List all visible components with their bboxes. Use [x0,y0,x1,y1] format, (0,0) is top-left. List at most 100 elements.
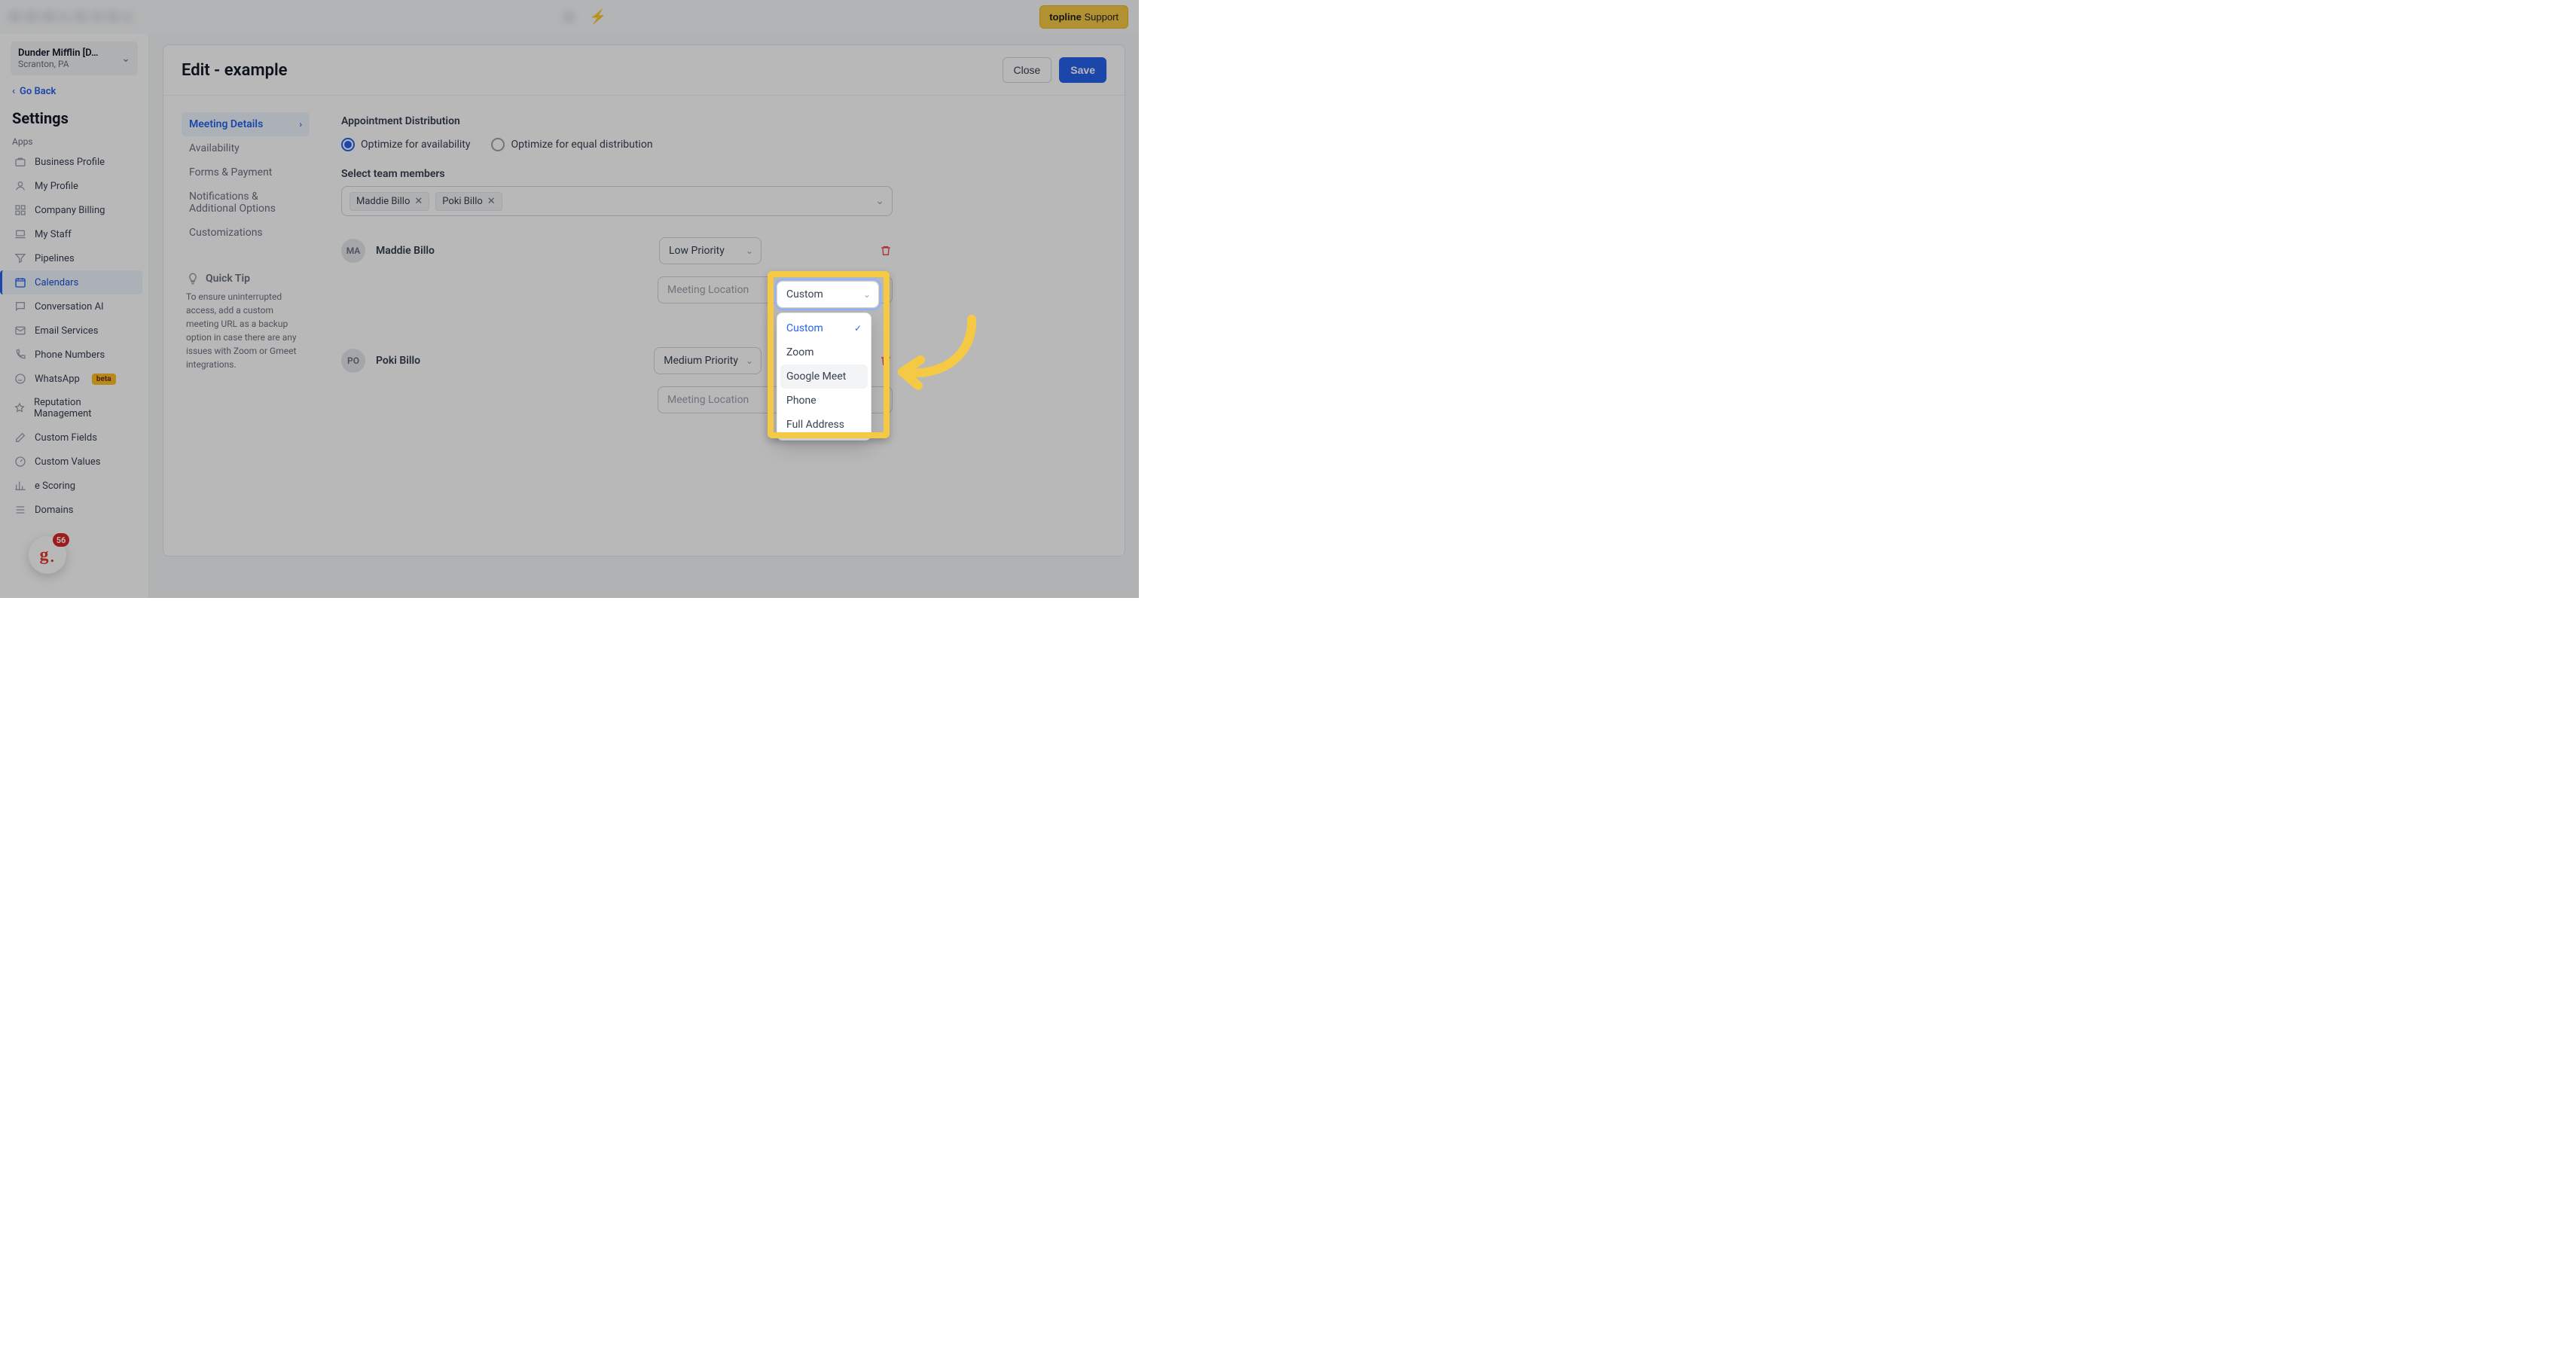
nav-item-forms-payment[interactable]: Forms & Payment [182,160,310,185]
sidebar-item-custom-fields[interactable]: Custom Fields [6,425,142,450]
bolt-icon: ⚡ [590,9,606,25]
beta-badge: beta [92,374,116,385]
floating-badge[interactable]: g. 56 [29,536,66,574]
chevron-down-icon: ⌄ [746,245,753,256]
chevron-down-icon: ⌄ [121,53,130,65]
sidebar-item-business-profile[interactable]: Business Profile [6,150,142,174]
type-select-maddie[interactable]: Custom ⌄ [777,281,879,308]
radio-avail-label: Optimize for availability [361,139,470,151]
nav-label: Meeting Details [189,118,263,130]
chevron-down-icon: ⌄ [875,195,884,207]
option-phone[interactable]: Phone [777,389,871,413]
org-name: Dunder Mifflin [D… [18,47,98,59]
option-full-address[interactable]: Full Address [777,413,871,437]
sidebar-item-company-billing[interactable]: Company Billing [6,198,142,222]
sidebar-item-label: Pipelines [35,253,75,264]
laptop-icon [14,228,27,240]
sidebar-heading: Settings [6,100,142,133]
go-back-link[interactable]: ‹ Go Back [6,83,142,100]
remove-tag-icon[interactable]: ✕ [487,196,496,207]
inner-nav: Meeting Details › Availability Forms & Paym… [182,112,310,413]
nav-item-customizations[interactable]: Customizations [182,221,310,245]
sidebar-item-label: Company Billing [35,205,105,216]
edit-icon [14,432,27,444]
sidebar-item-my-staff[interactable]: My Staff [6,222,142,246]
option-custom[interactable]: Custom ✓ [777,316,871,340]
tip-text: To ensure uninterrupted access, add a cu… [186,290,305,371]
topbar: H • G • H • L • E • V • E • L A ⚡ toplin… [0,0,1139,34]
sidebar-item-pipelines[interactable]: Pipelines [6,246,142,270]
nav-label: Notifications & Additional Options [189,191,295,215]
sidebar-item-email-services[interactable]: Email Services [6,319,142,343]
chevron-down-icon: ⌄ [746,355,753,366]
sidebar-group-label: Apps [6,133,142,150]
tag-label: Poki Billo [442,196,483,207]
chevron-left-icon: ‹ [12,86,15,97]
priority-select-maddie[interactable]: Low Priority ⌄ [659,237,762,264]
phone-icon [14,349,27,361]
chevron-down-icon: ⌄ [863,289,871,300]
chevron-right-icon: › [299,119,302,130]
support-button[interactable]: topline Support [1039,5,1128,29]
radio-optimize-availability[interactable]: Optimize for availability [341,138,470,151]
trash-icon[interactable] [879,244,893,258]
sidebar-item-label: Custom Values [35,456,101,468]
sidebar-item-phone-numbers[interactable]: Phone Numbers [6,343,142,367]
trash-icon[interactable] [879,354,893,367]
sidebar-item-reputation-management[interactable]: Reputation Management [6,391,142,425]
check-icon: ✓ [854,323,862,334]
gauge-icon [14,456,27,468]
team-members-input[interactable]: Maddie Billo ✕ Poki Billo ✕ ⌄ [341,186,893,216]
org-switcher[interactable]: Dunder Mifflin [D… Scranton, PA ⌄ [11,41,138,75]
option-label: Phone [786,395,816,407]
placeholder: Meeting Location [667,284,749,296]
sidebar-item-label: My Staff [35,229,72,240]
sidebar-item-custom-values[interactable]: Custom Values [6,450,142,474]
members-label: Select team members [341,168,893,180]
sidebar-item-label: Domains [35,505,73,516]
sidebar-item-calendars[interactable]: Calendars [0,270,142,294]
nav-item-availability[interactable]: Availability [182,136,310,160]
support-suffix: Support [1084,11,1119,23]
sidebar-item-label: Reputation Management [34,397,135,419]
nav-item-notifications-additional-options[interactable]: Notifications & Additional Options [182,185,310,221]
nav-label: Availability [189,142,240,154]
sidebar-item-domains[interactable]: Domains [6,498,142,522]
nav-item-meeting-details[interactable]: Meeting Details › [182,112,310,136]
panel-header: Edit - example Close Save [163,45,1125,96]
save-button[interactable]: Save [1059,57,1106,83]
type-dropdown[interactable]: Custom ✓ ZoomGoogle Meet Phone Full Address [777,313,871,441]
calendar-icon [14,276,27,288]
tag-poki[interactable]: Poki Billo ✕ [435,192,502,211]
option-label: Custom [786,322,823,334]
sidebar-item-label: Calendars [35,277,78,288]
sidebar-item-conversation-ai[interactable]: Conversation AI [6,294,142,319]
radio-equal-label: Optimize for equal distribution [511,139,652,151]
tag-maddie[interactable]: Maddie Billo ✕ [349,192,429,211]
list-icon [14,504,27,516]
sidebar-item-whatsapp[interactable]: WhatsApp beta [6,367,142,391]
sidebar-item-label: Phone Numbers [35,349,105,361]
topbar-blur-right: A [566,11,573,23]
option-zoom[interactable]: Zoom [777,340,871,364]
placeholder: Meeting Location [667,394,749,406]
sidebar-item-my-profile[interactable]: My Profile [6,174,142,198]
go-back-label: Go Back [20,86,56,97]
avatar: MA [341,239,365,263]
whatsapp-icon [14,373,27,385]
sidebar: Dunder Mifflin [D… Scranton, PA ⌄ ‹ Go B… [0,34,149,598]
sidebar-item-e-scoring[interactable]: e Scoring [6,474,142,498]
remove-tag-icon[interactable]: ✕ [414,196,423,207]
star-icon [14,402,26,414]
option-google-meet[interactable]: Google Meet [780,364,868,389]
close-button[interactable]: Close [1003,57,1052,83]
sidebar-item-label: Custom Fields [35,432,97,444]
sidebar-item-label: WhatsApp [35,374,80,385]
chart-icon [14,480,27,492]
sidebar-item-label: e Scoring [35,480,75,492]
sidebar-item-label: My Profile [35,181,78,192]
topbar-blur-left: H • G • H • L • E • V • E • L [11,11,133,23]
priority-select-poki[interactable]: Medium Priority ⌄ [654,347,762,374]
radio-optimize-equal[interactable]: Optimize for equal distribution [491,138,652,151]
shell: Dunder Mifflin [D… Scranton, PA ⌄ ‹ Go B… [0,34,1139,598]
